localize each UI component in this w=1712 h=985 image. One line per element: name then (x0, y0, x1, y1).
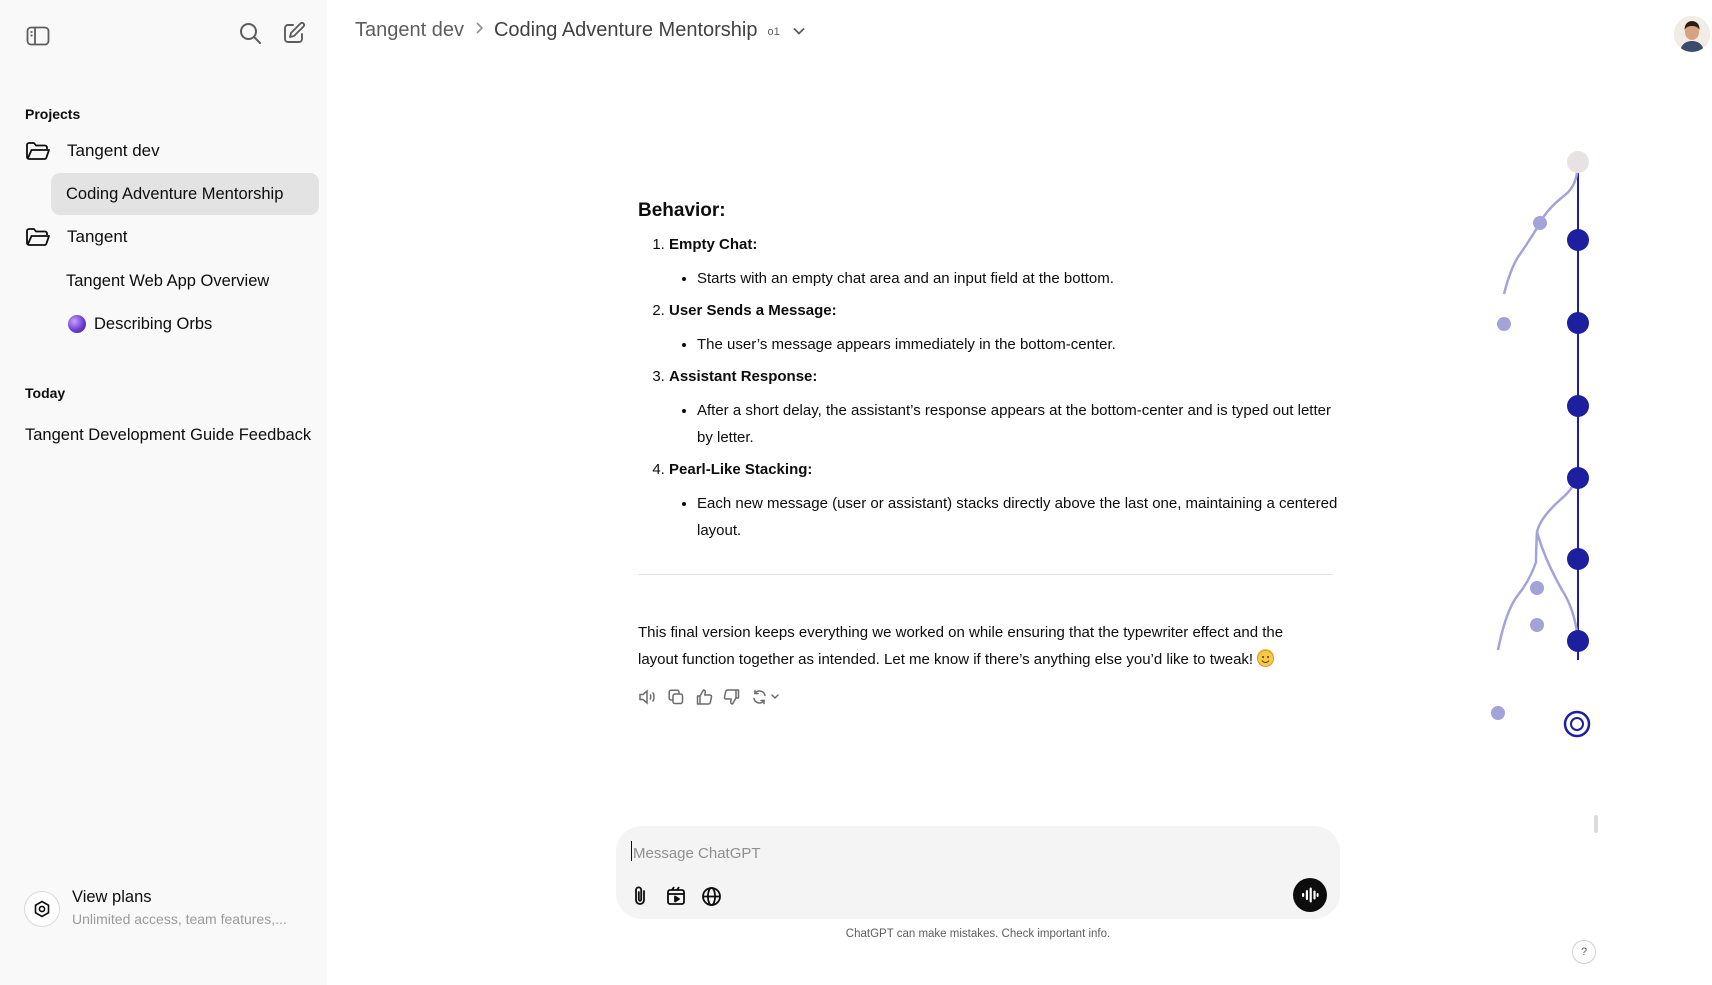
thumbs-up-icon[interactable] (695, 688, 713, 706)
bullet-item: Starts with an empty chat area and an in… (697, 265, 1338, 292)
horizontal-divider (638, 574, 1333, 575)
sidebar-toggle-icon[interactable] (24, 24, 52, 48)
list-item: Assistant Response: After a short delay,… (669, 368, 1338, 451)
plans-icon (24, 891, 60, 927)
copy-icon[interactable] (667, 688, 685, 706)
step-title: User Sends a Message (669, 302, 832, 319)
search-icon[interactable] (236, 19, 264, 47)
new-chat-icon[interactable] (280, 19, 308, 47)
tree-current-node[interactable] (1563, 710, 1591, 738)
bullet-item: The user’s message appears immediately i… (697, 331, 1338, 358)
tree-node[interactable] (1567, 395, 1589, 417)
globe-icon[interactable] (698, 883, 724, 909)
paperclip-icon[interactable] (628, 883, 654, 909)
disclaimer-text: ChatGPT can make mistakes. Check importa… (845, 928, 1111, 940)
view-plans-button[interactable]: View plans Unlimited access, team featur… (24, 886, 314, 936)
project-tangent[interactable]: Tangent (25, 217, 128, 257)
list-item: Pearl-Like Stacking: Each new message (u… (669, 461, 1338, 544)
chat-item-label: Describing Orbs (94, 314, 213, 333)
tree-node[interactable] (1567, 229, 1589, 251)
tree-root-node[interactable] (1567, 151, 1589, 173)
breadcrumb: Tangent dev Coding Adventure Mentorship … (355, 19, 806, 42)
regenerate-icon[interactable] (751, 688, 781, 706)
behavior-list: Empty Chat: Starts with an empty chat ar… (638, 236, 1338, 544)
projects-label: Projects (25, 106, 81, 122)
tree-branch-node[interactable] (1497, 317, 1511, 331)
assistant-message: Behavior: Empty Chat: Starts with an emp… (638, 200, 1338, 706)
breadcrumb-chat-title: Coding Adventure Mentorship (493, 19, 758, 41)
tree-branch-node[interactable] (1491, 706, 1505, 720)
model-badge: o1 (767, 26, 780, 38)
project-label: Tangent dev (67, 141, 160, 160)
tree-branch-node[interactable] (1530, 618, 1544, 632)
help-button[interactable]: ? (1572, 940, 1596, 964)
chat-item-tangent-development-guide[interactable]: Tangent Development Guide Feedback (15, 415, 315, 455)
closing-paragraph: This final version keeps everything we w… (638, 619, 1318, 673)
folder-icon (26, 142, 50, 160)
thumbs-down-icon[interactable] (723, 688, 741, 706)
project-tangent-dev[interactable]: Tangent dev (25, 131, 160, 171)
message-heading: Behavior: (638, 200, 726, 221)
tree-node[interactable] (1567, 630, 1589, 652)
tree-branch-node[interactable] (1533, 216, 1547, 230)
scroll-indicator[interactable] (1594, 815, 1598, 833)
orb-emoji-icon (68, 315, 86, 333)
chat-item-label: Tangent Web App Overview (66, 271, 270, 290)
step-title: Assistant Response (669, 368, 813, 385)
folder-icon (26, 228, 50, 246)
message-actions (638, 688, 1338, 706)
list-item: Empty Chat: Starts with an empty chat ar… (669, 236, 1338, 292)
tree-node[interactable] (1567, 312, 1589, 334)
text-caret (631, 841, 632, 861)
step-colon: : (812, 368, 818, 385)
chat-header: Tangent dev Coding Adventure Mentorship … (327, 0, 1712, 66)
bullet-item: After a short delay, the assistant’s res… (697, 397, 1338, 451)
tree-node[interactable] (1567, 467, 1589, 489)
canvas-icon[interactable] (663, 883, 689, 909)
chat-item-label: Coding Adventure Mentorship (66, 184, 284, 203)
sidebar-toolbar (0, 0, 327, 70)
sidebar: Projects Tangent dev Coding Adventure Me… (0, 0, 327, 985)
tree-branch-node[interactable] (1530, 581, 1544, 595)
avatar[interactable] (1674, 16, 1710, 52)
message-composer (616, 826, 1340, 919)
smile-emoji-icon (1257, 649, 1275, 667)
chat-item-tangent-web-app-overview[interactable]: Tangent Web App Overview (51, 260, 319, 302)
message-input[interactable] (631, 840, 1235, 866)
step-colon: : (807, 461, 813, 478)
chat-item-label: Tangent Development Guide Feedback (25, 425, 312, 444)
step-colon: : (752, 236, 758, 253)
chat-item-describing-orbs[interactable]: Describing Orbs (51, 303, 319, 345)
list-item: User Sends a Message: The user’s message… (669, 302, 1338, 358)
closing-text: This final version keeps everything we w… (638, 624, 1284, 668)
chevron-down-icon[interactable] (792, 19, 806, 42)
today-label: Today (25, 385, 66, 401)
tree-node[interactable] (1567, 548, 1589, 570)
project-label: Tangent (67, 227, 128, 246)
conversation-tree (1491, 151, 1591, 738)
voice-mode-icon[interactable] (1293, 878, 1327, 912)
speaker-icon[interactable] (638, 688, 657, 706)
view-plans-title: View plans (72, 888, 152, 906)
chat-item-coding-adventure-mentorship[interactable]: Coding Adventure Mentorship (51, 173, 319, 215)
bullet-item: Each new message (user or assistant) sta… (697, 490, 1338, 544)
step-title: Pearl-Like Stacking (669, 461, 808, 478)
step-colon: : (831, 302, 837, 319)
step-title: Empty Chat (669, 236, 753, 253)
view-plans-subtitle: Unlimited access, team features,... (72, 911, 287, 927)
breadcrumb-separator-icon (474, 21, 484, 40)
breadcrumb-project[interactable]: Tangent dev (355, 19, 464, 42)
